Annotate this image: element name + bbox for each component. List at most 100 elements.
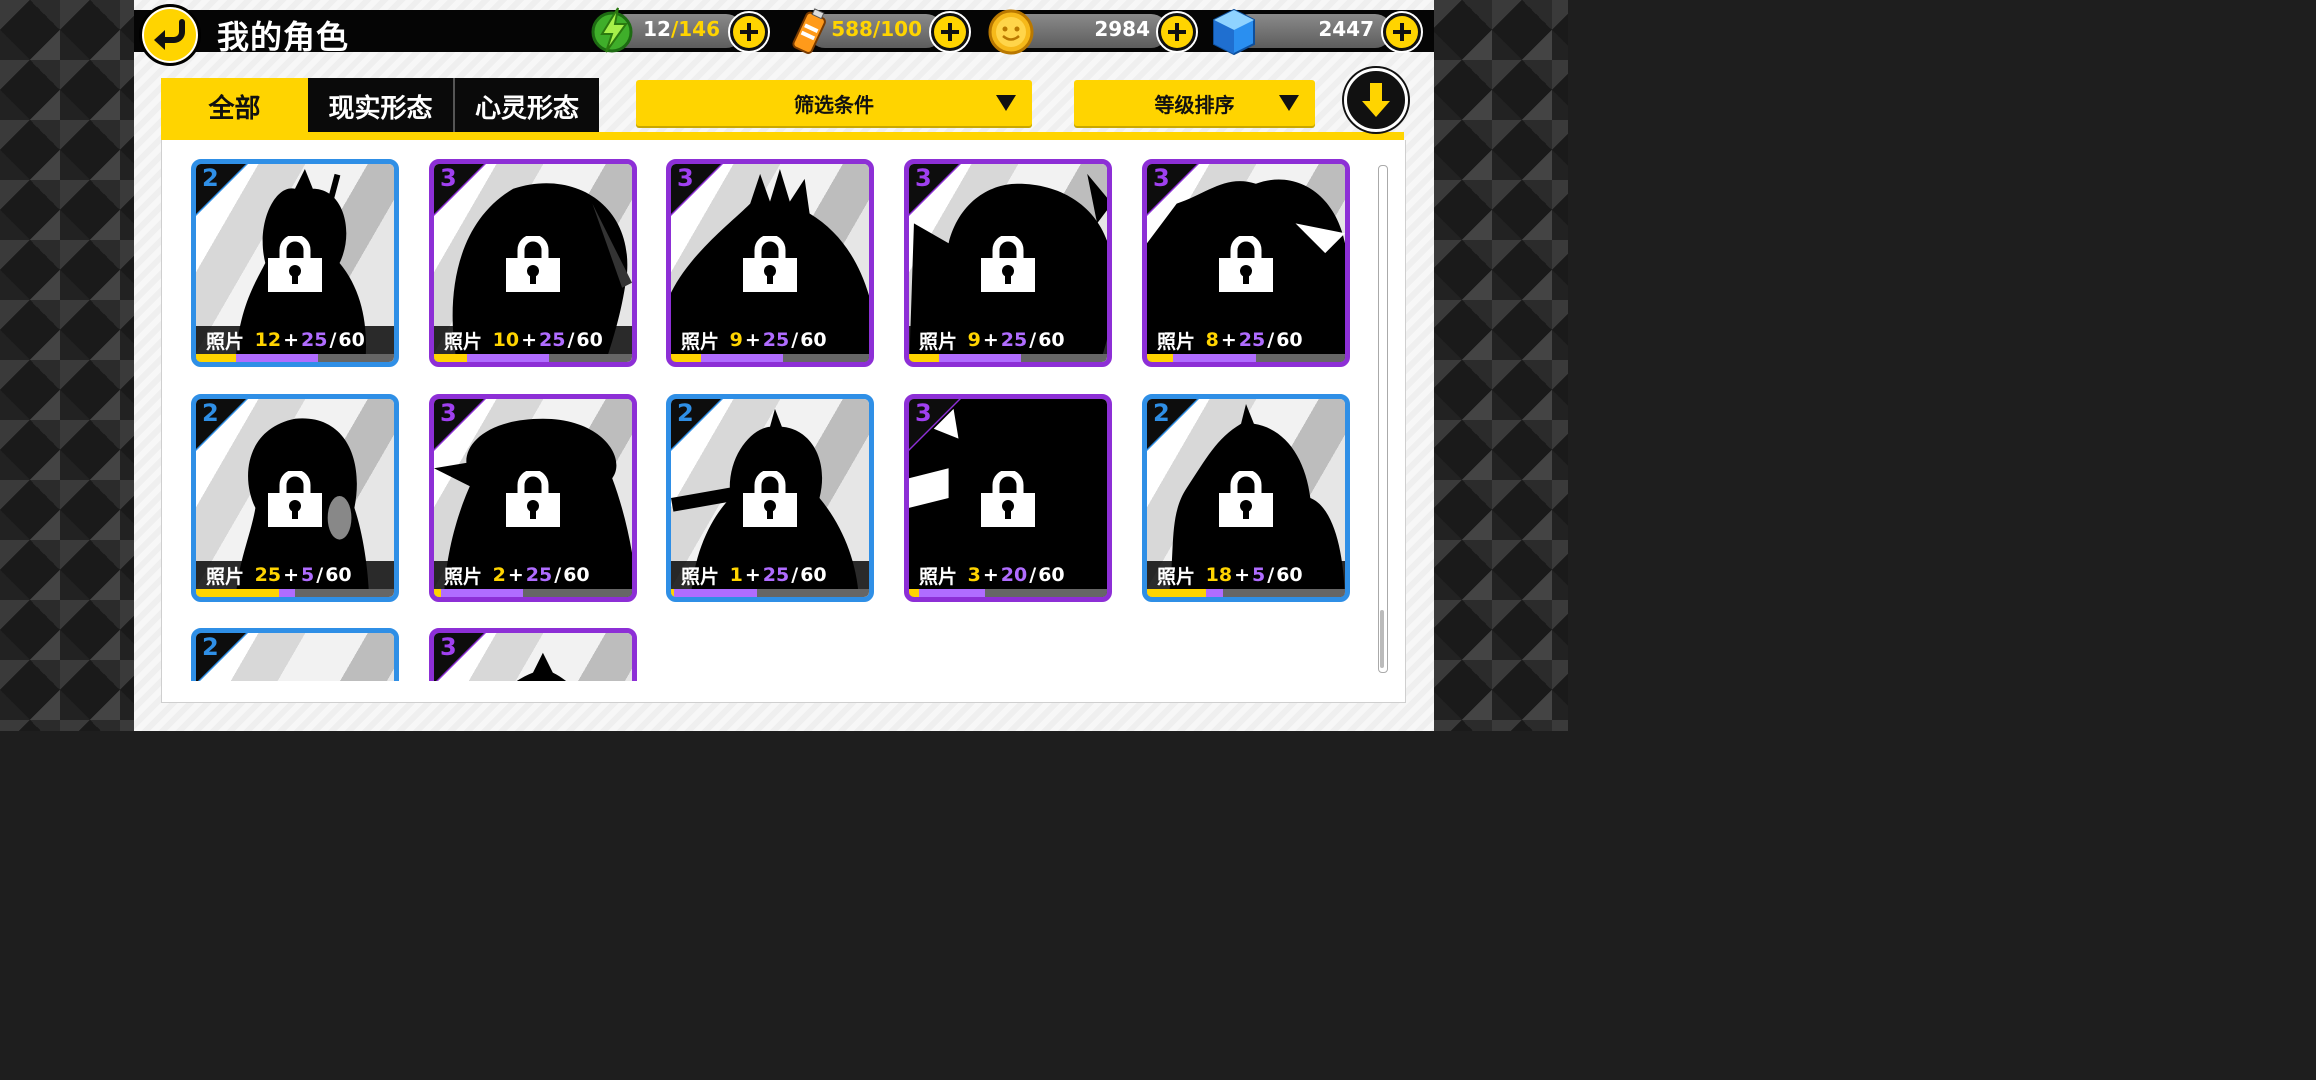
plus-sign: + (521, 329, 538, 351)
bonus-fill (440, 589, 524, 597)
rank-number: 2 (202, 399, 219, 427)
photo-owned: 8 (1205, 329, 1219, 351)
form-tabs: 全部 现实形态 心灵形态 (161, 78, 599, 136)
character-card[interactable]: 2 照片 1 +25/60 (666, 394, 874, 602)
tab-all[interactable]: 全部 (161, 78, 308, 134)
photo-total: 60 (325, 564, 352, 586)
photo-owned: 18 (1205, 564, 1233, 586)
photo-progress-caption: 照片 1 +25/60 (671, 561, 869, 589)
slash: / (316, 564, 324, 586)
filter-dropdown[interactable]: 筛选条件 (636, 80, 1032, 126)
energy-plus-button[interactable] (728, 11, 770, 53)
photo-progress-bar (196, 589, 394, 597)
energy-max: /146 (670, 17, 720, 41)
rank-number: 3 (1153, 164, 1170, 192)
filter-label: 筛选条件 (794, 92, 874, 117)
owned-fill (909, 354, 939, 362)
photo-label: 照片 (1157, 565, 1196, 588)
photo-progress-caption: 照片 2 +25/60 (434, 561, 632, 589)
photo-total: 60 (800, 564, 827, 586)
tab-spirit-form[interactable]: 心灵形态 (455, 78, 599, 134)
gem-cube-icon (1213, 8, 1255, 56)
character-card[interactable]: 3 照片 2 +25/60 (429, 394, 637, 602)
photo-progress-bar (434, 589, 632, 597)
photo-bonus: 20 (1000, 564, 1028, 586)
photo-label: 照片 (681, 330, 720, 353)
photo-total: 60 (563, 564, 590, 586)
rank-number: 3 (440, 164, 457, 192)
photo-label: 照片 (444, 330, 483, 353)
photo-total: 60 (1276, 329, 1303, 351)
character-card[interactable]: 3 照片 3 +20/60 (904, 394, 1112, 602)
character-card[interactable]: 3 照片 10 +25/60 (429, 159, 637, 367)
character-card[interactable]: 2 照片 25 +5/60 (191, 394, 399, 602)
coins-plus-button[interactable] (1156, 11, 1198, 53)
character-card[interactable]: 2 照片 18 +5/60 (1142, 394, 1350, 602)
photo-progress-bar (434, 354, 632, 362)
plus-icon (1386, 16, 1418, 48)
photo-total: 60 (1038, 564, 1065, 586)
battery-plus-button[interactable] (929, 11, 971, 53)
photo-label: 照片 (206, 330, 245, 353)
photo-progress-bar (196, 354, 394, 362)
rank-number: 3 (440, 399, 457, 427)
scrollbar-thumb[interactable] (1380, 610, 1384, 668)
photo-bonus: 5 (1252, 564, 1266, 586)
gems-value: 2447 (1318, 17, 1374, 41)
photo-owned: 25 (254, 564, 282, 586)
photo-progress-bar (1147, 354, 1345, 362)
back-button[interactable] (139, 4, 201, 66)
rank-number: 2 (677, 399, 694, 427)
rank-number: 3 (677, 164, 694, 192)
character-card[interactable]: 3 (429, 628, 637, 681)
battery-icon (792, 8, 826, 54)
plus-sign: + (982, 564, 999, 586)
photo-owned: 9 (967, 329, 981, 351)
background-pattern-right (1432, 0, 1568, 731)
character-card[interactable]: 2 照片 12 +25/60 (191, 159, 399, 367)
character-card[interactable]: 3 照片 9 +25/60 (666, 159, 874, 367)
rank-number: 3 (915, 399, 932, 427)
lock-icon (268, 471, 322, 527)
photo-progress-caption: 照片 3 +20/60 (909, 561, 1107, 589)
photo-total: 60 (800, 329, 827, 351)
bonus-fill (1173, 354, 1256, 362)
slash: / (1267, 564, 1275, 586)
photo-progress-caption: 照片 25 +5/60 (196, 561, 394, 589)
lock-icon (981, 236, 1035, 292)
slash: / (1029, 329, 1037, 351)
lock-icon (1219, 471, 1273, 527)
sort-order-button[interactable] (1344, 68, 1408, 132)
photo-bonus: 25 (301, 329, 328, 351)
photo-label: 照片 (1157, 330, 1196, 353)
character-card[interactable]: 3 照片 9 +25/60 (904, 159, 1112, 367)
slash: / (567, 329, 575, 351)
photo-label: 照片 (681, 565, 720, 588)
photo-label: 照片 (444, 565, 483, 588)
lock-icon (268, 236, 322, 292)
photo-owned: 10 (492, 329, 520, 351)
plus-sign: + (744, 329, 761, 351)
owned-fill (434, 354, 467, 362)
gems-plus-button[interactable] (1381, 11, 1423, 53)
sort-dropdown[interactable]: 等级排序 (1074, 80, 1315, 126)
rank-number: 2 (202, 164, 219, 192)
energy-bolt-icon (591, 7, 633, 53)
slash: / (791, 329, 799, 351)
character-grid: 2 照片 12 +25/60 3 照片 10 +25/60 3 照片 9 +25/60 3 照片 9… (161, 140, 1376, 681)
sort-label: 等级排序 (1154, 92, 1235, 117)
energy-value: 12/146 (640, 17, 720, 41)
scrollbar-track[interactable] (1378, 165, 1388, 673)
owned-fill (909, 589, 919, 597)
rank-number: 2 (1153, 399, 1170, 427)
character-card[interactable]: 3 照片 8 +25/60 (1142, 159, 1350, 367)
photo-total: 60 (1038, 329, 1065, 351)
character-card[interactable]: 2 (191, 628, 399, 681)
photo-bonus: 25 (762, 564, 790, 586)
slash: / (1267, 329, 1275, 351)
photo-progress-bar (1147, 589, 1345, 597)
photo-label: 照片 (919, 565, 958, 588)
tab-reality-form[interactable]: 现实形态 (308, 78, 455, 134)
bonus-fill (235, 354, 319, 362)
battery-value: 588/100 (831, 17, 922, 41)
